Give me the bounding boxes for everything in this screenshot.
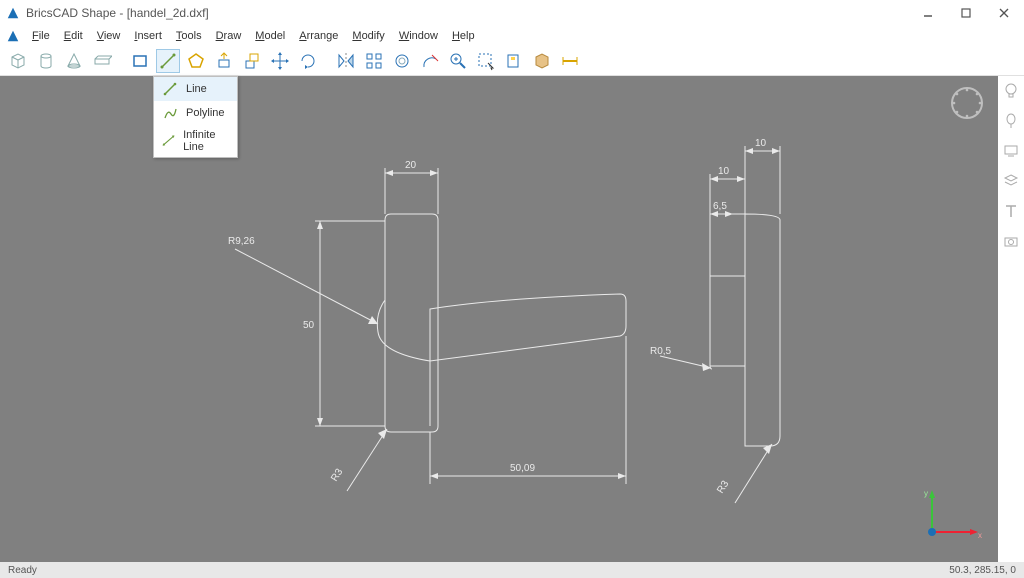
menu-file[interactable]: File: [26, 28, 56, 44]
menu-help[interactable]: Help: [446, 28, 481, 44]
statusbar: Ready 50.3, 285.15, 0: [0, 562, 1024, 578]
status-coordinates: 50.3, 285.15, 0: [949, 565, 1016, 576]
tool-polygon-icon[interactable]: [184, 49, 208, 73]
menu-arrange[interactable]: Arrange: [293, 28, 344, 44]
tool-mirror-icon[interactable]: [334, 49, 358, 73]
panel-balloon-icon[interactable]: [1002, 112, 1020, 130]
svg-text:R9,26: R9,26: [228, 236, 255, 247]
panel-camera-icon[interactable]: [1002, 232, 1020, 250]
svg-text:20: 20: [405, 160, 417, 171]
menu-tools[interactable]: Tools: [170, 28, 208, 44]
svg-text:R0,5: R0,5: [650, 346, 672, 357]
menu-edit[interactable]: Edit: [58, 28, 89, 44]
panel-monitor-icon[interactable]: [1002, 142, 1020, 160]
tool-extrude-icon[interactable]: [240, 49, 264, 73]
cad-drawing: 50 20 R9,26 R3 50,09 10 10 6,5: [0, 76, 998, 562]
svg-text:10: 10: [718, 166, 730, 177]
tool-rotate-icon[interactable]: [296, 49, 320, 73]
menubar: File Edit View Insert Tools Draw Model A…: [0, 26, 1024, 46]
window-title: BricsCAD Shape - [handel_2d.dxf]: [26, 6, 918, 20]
menu-window[interactable]: Window: [393, 28, 444, 44]
menu-model[interactable]: Model: [249, 28, 291, 44]
tool-rectangle-icon[interactable]: [128, 49, 152, 73]
titlebar: BricsCAD Shape - [handel_2d.dxf]: [0, 0, 1024, 26]
svg-text:R3: R3: [329, 467, 345, 484]
app-logo-icon: [6, 6, 20, 20]
right-side-panel: [998, 76, 1024, 562]
minimize-button[interactable]: [918, 3, 938, 23]
panel-text-icon[interactable]: [1002, 202, 1020, 220]
svg-text:6,5: 6,5: [713, 201, 727, 212]
tool-line-icon[interactable]: [156, 49, 180, 73]
menu-view[interactable]: View: [91, 28, 127, 44]
tool-materials-icon[interactable]: [530, 49, 554, 73]
tool-dimension-icon[interactable]: [558, 49, 582, 73]
panel-layers-icon[interactable]: [1002, 172, 1020, 190]
tool-zoom-icon[interactable]: [446, 49, 470, 73]
drawing-canvas[interactable]: Line Polyline Infinite Line x y: [0, 76, 1024, 562]
tool-box-icon[interactable]: [6, 49, 30, 73]
tool-pushpull-icon[interactable]: [212, 49, 236, 73]
document-icon: [6, 29, 20, 43]
toolbar: [0, 46, 1024, 76]
menu-insert[interactable]: Insert: [128, 28, 168, 44]
window-controls: [918, 3, 1018, 23]
tool-offset-icon[interactable]: [390, 49, 414, 73]
tool-slab-icon[interactable]: [90, 49, 114, 73]
svg-text:10: 10: [755, 138, 767, 149]
tool-cylinder-icon[interactable]: [34, 49, 58, 73]
maximize-button[interactable]: [956, 3, 976, 23]
status-ready: Ready: [8, 565, 37, 576]
tool-move-icon[interactable]: [268, 49, 292, 73]
tool-layers-icon[interactable]: [502, 49, 526, 73]
menu-draw[interactable]: Draw: [210, 28, 248, 44]
svg-text:50: 50: [303, 320, 315, 331]
menu-modify[interactable]: Modify: [346, 28, 390, 44]
tool-array-icon[interactable]: [362, 49, 386, 73]
tool-cone-icon[interactable]: [62, 49, 86, 73]
tool-trim-icon[interactable]: [418, 49, 442, 73]
svg-text:50,09: 50,09: [510, 463, 535, 474]
tool-select-icon[interactable]: [474, 49, 498, 73]
panel-lightbulb-icon[interactable]: [1002, 82, 1020, 100]
svg-text:R3: R3: [715, 479, 731, 496]
close-button[interactable]: [994, 3, 1014, 23]
